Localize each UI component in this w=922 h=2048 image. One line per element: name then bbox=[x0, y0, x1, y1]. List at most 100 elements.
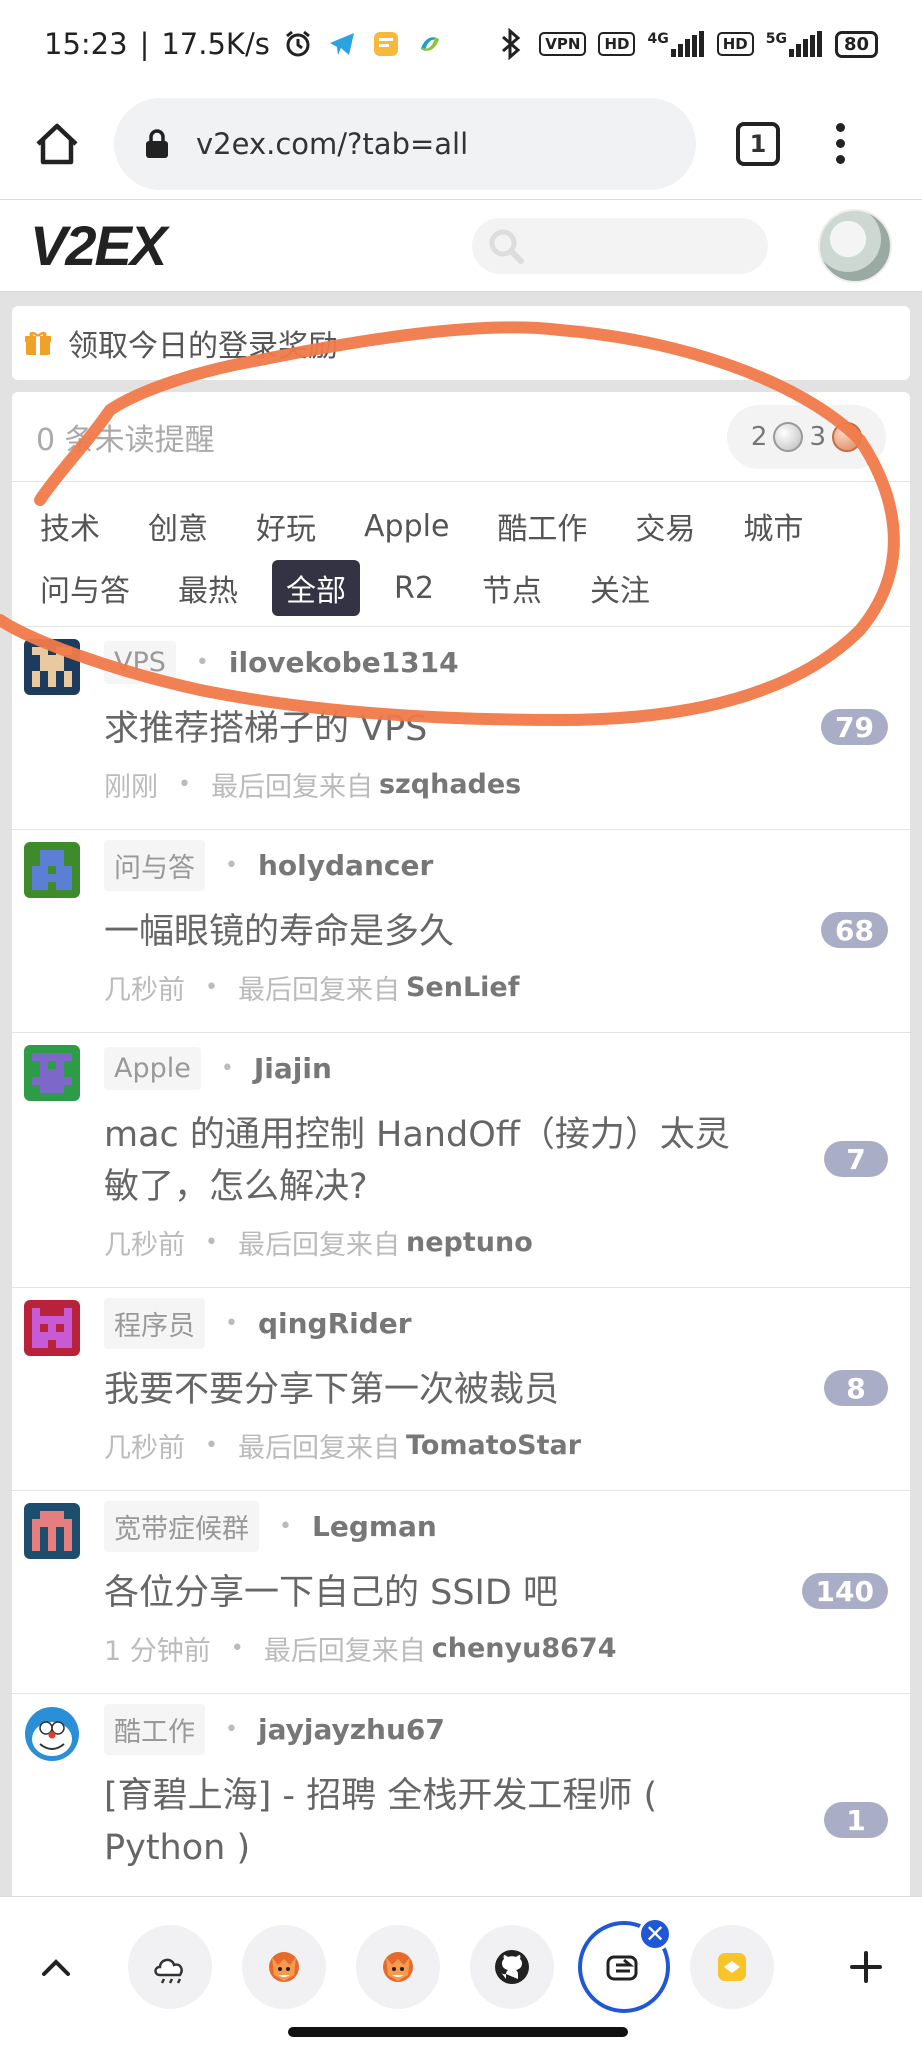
topic-title[interactable]: 我要不要分享下第一次被裁员 bbox=[104, 1364, 744, 1416]
author-avatar[interactable] bbox=[24, 1503, 80, 1559]
home-button[interactable] bbox=[30, 117, 84, 171]
daily-reward-link: 领取今日的登录奖励 bbox=[68, 329, 338, 364]
tab-hot[interactable]: 最热 bbox=[164, 560, 252, 616]
vpn-badge: VPN bbox=[539, 32, 587, 56]
author-avatar[interactable] bbox=[24, 842, 80, 898]
shortcut-v2ex-active[interactable]: ✕ bbox=[578, 1917, 672, 2013]
author-avatar[interactable] bbox=[24, 639, 80, 695]
alarm-icon bbox=[282, 28, 314, 60]
tab-city[interactable]: 城市 bbox=[729, 498, 817, 554]
search-icon bbox=[489, 229, 524, 264]
topic-title[interactable]: 一幅眼镜的寿命是多久 bbox=[104, 906, 744, 958]
topic-meta: Apple • Jiajin bbox=[104, 1045, 332, 1091]
scroll-up-button[interactable] bbox=[26, 1937, 86, 1997]
network-type-1: 4G bbox=[647, 31, 669, 47]
topic-title[interactable]: [育碧上海] - 招聘 全栈开发工程师 ( Python ) bbox=[104, 1770, 744, 1874]
last-reply-label: 最后回复来自 bbox=[210, 772, 373, 803]
close-tab-badge[interactable]: ✕ bbox=[638, 1917, 672, 1951]
author-avatar[interactable] bbox=[24, 1300, 80, 1356]
reply-count[interactable]: 68 bbox=[821, 912, 888, 948]
shortcut-github[interactable] bbox=[470, 1925, 554, 2009]
author-name[interactable]: ilovekobe1314 bbox=[229, 646, 459, 679]
menu-dot bbox=[835, 139, 845, 148]
unread-notifications-link[interactable]: 0 条未读提醒 bbox=[36, 415, 215, 459]
tab-nodes[interactable]: 节点 bbox=[468, 560, 556, 616]
last-replier[interactable]: chenyu8674 bbox=[432, 1633, 617, 1664]
node-tag[interactable]: 问与答 bbox=[104, 839, 205, 891]
node-tag[interactable]: Apple bbox=[104, 1046, 201, 1090]
node-tag[interactable]: 宽带症候群 bbox=[104, 1500, 259, 1552]
node-tag[interactable]: 酷工作 bbox=[104, 1703, 205, 1755]
reply-count[interactable]: 1 bbox=[824, 1802, 888, 1838]
author-avatar[interactable] bbox=[24, 1706, 80, 1762]
reply-count[interactable]: 8 bbox=[824, 1370, 888, 1406]
search-input[interactable] bbox=[472, 217, 768, 274]
daily-reward-card[interactable]: 领取今日的登录奖励 bbox=[12, 306, 910, 380]
author-name[interactable]: qingRider bbox=[258, 1307, 412, 1340]
reply-count[interactable]: 140 bbox=[801, 1573, 888, 1609]
topic-title[interactable]: 各位分享一下自己的 SSID 吧 bbox=[104, 1567, 744, 1619]
last-replier[interactable]: neptuno bbox=[406, 1227, 533, 1258]
bronze-coin-icon bbox=[832, 421, 862, 452]
separator-dot: • bbox=[279, 1513, 292, 1539]
tab-apple[interactable]: Apple bbox=[350, 503, 463, 550]
topic-item[interactable]: Apple • Jiajin mac 的通用控制 HandOff（接力）太灵敏了… bbox=[12, 1033, 910, 1288]
topic-meta: 酷工作 • jayjayzhu67 bbox=[104, 1703, 445, 1755]
status-bar: 15:23 | 17.5K/s VPN HD 4G HD 5G 80 bbox=[0, 0, 922, 88]
telegram-icon bbox=[326, 28, 358, 60]
topic-meta: 问与答 • holydancer bbox=[104, 839, 433, 891]
last-replier[interactable]: szqhades bbox=[379, 769, 521, 800]
tab-jobs[interactable]: 酷工作 bbox=[483, 498, 601, 554]
clock: 15:23 bbox=[44, 27, 128, 61]
shortcut-firefox-1[interactable] bbox=[242, 1925, 326, 2009]
topic-footer: 刚刚 • 最后回复来自 szqhades bbox=[104, 765, 521, 804]
author-name[interactable]: holydancer bbox=[258, 849, 433, 882]
page: 15:23 | 17.5K/s VPN HD 4G HD 5G 80 v2ex.… bbox=[0, 0, 922, 2048]
shortcut-firefox-2[interactable] bbox=[356, 1925, 440, 2009]
shortcut-notes[interactable] bbox=[690, 1925, 774, 2009]
separator-dot: • bbox=[225, 1716, 238, 1742]
site-logo[interactable]: V2EX bbox=[30, 213, 167, 278]
author-name[interactable]: Jiajin bbox=[254, 1052, 332, 1085]
tab-play[interactable]: 好玩 bbox=[242, 498, 330, 554]
separator-dot: • bbox=[205, 1230, 218, 1255]
tab-creative[interactable]: 创意 bbox=[134, 498, 222, 554]
topic-item[interactable]: VPS • ilovekobe1314 求推荐搭梯子的 VPS 79 刚刚 • … bbox=[12, 627, 910, 830]
node-tag[interactable]: 程序员 bbox=[104, 1297, 205, 1349]
tab-all[interactable]: 全部 bbox=[272, 560, 360, 616]
address-bar[interactable]: v2ex.com/?tab=all bbox=[114, 97, 696, 190]
last-replier[interactable]: SenLief bbox=[406, 972, 520, 1003]
user-avatar[interactable] bbox=[818, 208, 892, 283]
reply-count[interactable]: 7 bbox=[824, 1141, 888, 1177]
topic-item[interactable]: 程序员 • qingRider 我要不要分享下第一次被裁员 8 几秒前 • 最后… bbox=[12, 1288, 910, 1491]
author-avatar[interactable] bbox=[24, 1045, 80, 1101]
topic-item[interactable]: 宽带症候群 • Legman 各位分享一下自己的 SSID 吧 140 1 分钟… bbox=[12, 1491, 910, 1694]
more-menu-button[interactable] bbox=[830, 123, 850, 164]
topic-time: 几秒前 bbox=[104, 1230, 185, 1261]
tab-r2[interactable]: R2 bbox=[380, 565, 448, 612]
separator-dot: • bbox=[178, 772, 191, 797]
topic-footer: 几秒前 • 最后回复来自 SenLief bbox=[104, 968, 519, 1007]
author-name[interactable]: Legman bbox=[312, 1510, 437, 1543]
topic-item[interactable]: 酷工作 • jayjayzhu67 [育碧上海] - 招聘 全栈开发工程师 ( … bbox=[12, 1694, 910, 1912]
tab-switcher-button[interactable]: 1 bbox=[736, 121, 780, 166]
topic-title[interactable]: 求推荐搭梯子的 VPS bbox=[104, 703, 744, 755]
separator-dot: • bbox=[225, 1310, 238, 1336]
topic-title[interactable]: mac 的通用控制 HandOff（接力）太灵敏了，怎么解决? bbox=[104, 1109, 744, 1213]
tab-qna[interactable]: 问与答 bbox=[26, 560, 144, 616]
node-tag[interactable]: VPS bbox=[104, 640, 176, 684]
reply-count[interactable]: 79 bbox=[821, 709, 888, 745]
new-tab-button[interactable] bbox=[836, 1937, 896, 1997]
tab-deals[interactable]: 交易 bbox=[621, 498, 709, 554]
topic-meta: VPS • ilovekobe1314 bbox=[104, 639, 459, 685]
author-name[interactable]: jayjayzhu67 bbox=[258, 1713, 445, 1746]
tab-tech[interactable]: 技术 bbox=[26, 498, 114, 554]
hd-badge-1: HD bbox=[598, 32, 636, 56]
balance-badge[interactable]: 2 3 bbox=[726, 404, 886, 469]
shortcut-weather[interactable] bbox=[128, 1925, 212, 2009]
topic-item[interactable]: 问与答 • holydancer 一幅眼镜的寿命是多久 68 几秒前 • 最后回… bbox=[12, 830, 910, 1033]
last-replier[interactable]: TomatoStar bbox=[406, 1430, 581, 1461]
home-indicator[interactable] bbox=[288, 2027, 628, 2037]
home-icon bbox=[36, 123, 78, 164]
tab-following[interactable]: 关注 bbox=[576, 560, 664, 616]
